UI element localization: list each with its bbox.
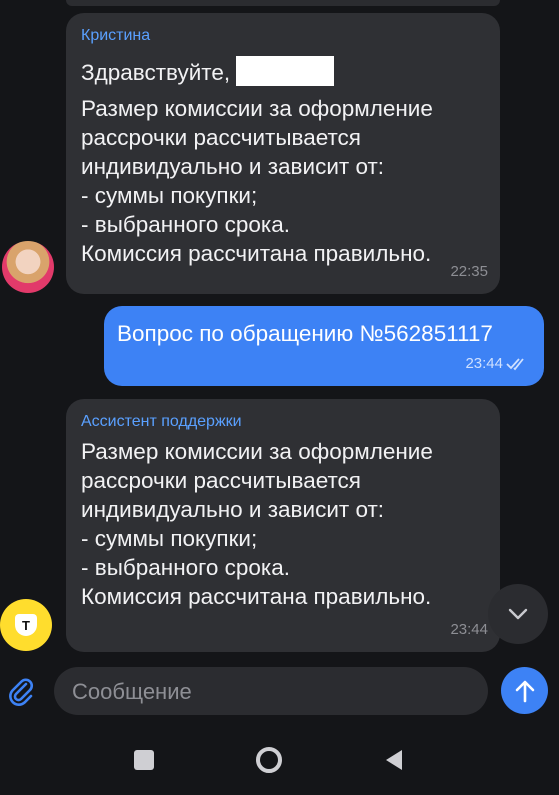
message-input[interactable]: [70, 667, 474, 717]
back-button[interactable]: [374, 740, 414, 780]
greeting-text: Здравствуйте,: [81, 60, 231, 85]
redacted-name: [236, 56, 335, 86]
message-text: Вопрос по обращению №562851117: [117, 321, 493, 346]
message-time: 22:35: [450, 263, 488, 280]
paperclip-icon[interactable]: [6, 676, 36, 706]
message-greeting-line: Здравствуйте,: [81, 56, 335, 87]
system-navigation-bar: [0, 730, 559, 795]
chevron-down-icon: [508, 608, 528, 620]
message-bubble-assistant[interactable]: Ассистент поддержки Размер комиссии за о…: [66, 399, 500, 652]
avatar[interactable]: [2, 241, 54, 293]
scroll-down-button[interactable]: [488, 584, 548, 644]
circle-icon: [256, 747, 282, 773]
time-label: 23:44: [465, 355, 503, 372]
message-text: Размер комиссии за оформление рассрочки …: [81, 96, 433, 266]
recent-apps-button[interactable]: [124, 740, 164, 780]
sender-name: Ассистент поддержки: [81, 413, 242, 430]
message-bubble-outgoing[interactable]: Вопрос по обращению №562851117 23:44: [104, 306, 544, 386]
sender-name: Кристина: [81, 27, 151, 44]
message-bubble-kristina[interactable]: Кристина Здравствуйте, Размер комиссии з…: [66, 13, 500, 294]
double-check-icon: [506, 357, 524, 370]
previous-message-edge: [66, 0, 500, 6]
send-button[interactable]: [501, 667, 548, 714]
bank-avatar[interactable]: T: [0, 599, 52, 651]
bank-logo-letter: T: [22, 617, 30, 633]
message-text: Размер комиссии за оформление рассрочки …: [81, 439, 433, 609]
message-time: 23:44: [465, 355, 528, 372]
message-time: 23:44: [450, 621, 488, 638]
triangle-back-icon: [386, 750, 402, 770]
message-input-container[interactable]: [54, 667, 488, 717]
square-icon: [134, 750, 154, 770]
home-button[interactable]: [249, 740, 289, 780]
bank-logo-icon: T: [15, 614, 37, 636]
arrow-up-icon: [515, 680, 534, 702]
